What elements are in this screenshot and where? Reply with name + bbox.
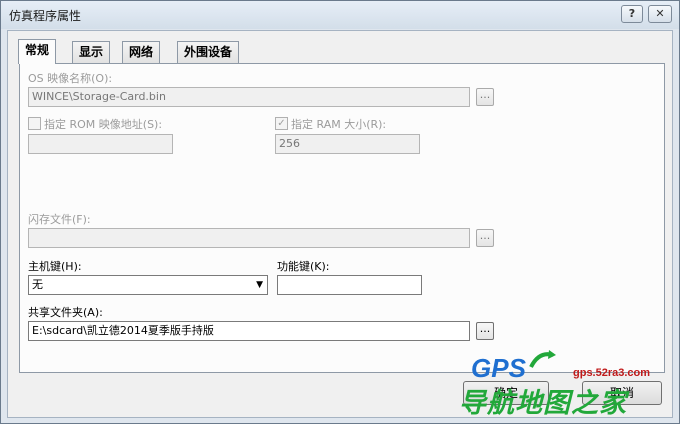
function-key-input[interactable] bbox=[277, 275, 422, 295]
os-image-label: OS 映像名称(O): bbox=[28, 72, 113, 85]
close-button[interactable]: ✕ bbox=[648, 5, 672, 23]
general-tab-panel: OS 映像名称(O): WINCE\Storage-Card.bin ... 指… bbox=[19, 63, 665, 373]
tab-display[interactable]: 显示 bbox=[72, 41, 111, 63]
host-key-value: 无 bbox=[32, 278, 43, 291]
rom-address-field bbox=[28, 134, 173, 154]
flash-file-label: 闪存文件(F): bbox=[28, 213, 91, 226]
ram-size-checkbox: ✓ bbox=[275, 117, 288, 130]
tab-network[interactable]: 网络 bbox=[122, 41, 161, 63]
emulator-properties-dialog: 仿真程序属性 ? ✕ 常规 显示 网络 外围设备 OS 映像名称(O): WIN… bbox=[0, 0, 680, 424]
ram-size-label: 指定 RAM 大小(R): bbox=[291, 118, 387, 131]
flash-file-field bbox=[28, 228, 470, 248]
shared-folder-browse-button[interactable]: ... bbox=[476, 322, 494, 340]
shared-folder-label: 共享文件夹(A): bbox=[28, 306, 103, 319]
rom-address-label: 指定 ROM 映像地址(S): bbox=[44, 118, 163, 131]
tab-peripherals[interactable]: 外围设备 bbox=[177, 41, 240, 63]
watermark-site: gps.52ra3.com bbox=[573, 367, 651, 379]
function-key-label: 功能键(K): bbox=[277, 260, 330, 273]
watermark-tagline: 导航地图之家 bbox=[459, 388, 627, 419]
watermark-brand: GPS bbox=[471, 353, 526, 383]
tab-general[interactable]: 常规 bbox=[18, 39, 57, 64]
window-title: 仿真程序属性 bbox=[9, 9, 82, 23]
dropdown-arrow-icon: ▼ bbox=[256, 280, 263, 290]
host-key-select[interactable]: 无 ▼ bbox=[28, 275, 268, 295]
flash-file-browse-button: ... bbox=[476, 229, 494, 247]
rom-address-checkbox bbox=[28, 117, 41, 130]
shared-folder-input[interactable]: E:\sdcard\凯立德2014夏季版手持版 bbox=[28, 321, 470, 341]
os-image-browse-button: ... bbox=[476, 88, 494, 106]
dialog-client-area: 常规 显示 网络 外围设备 OS 映像名称(O): WINCE\Storage-… bbox=[7, 30, 673, 418]
title-bar[interactable]: 仿真程序属性 ? ✕ bbox=[1, 1, 679, 29]
host-key-label: 主机键(H): bbox=[28, 260, 82, 273]
watermark-arrow-icon bbox=[529, 350, 556, 368]
help-button[interactable]: ? bbox=[621, 5, 643, 23]
os-image-field: WINCE\Storage-Card.bin bbox=[28, 87, 470, 107]
ram-size-field: 256 bbox=[275, 134, 420, 154]
